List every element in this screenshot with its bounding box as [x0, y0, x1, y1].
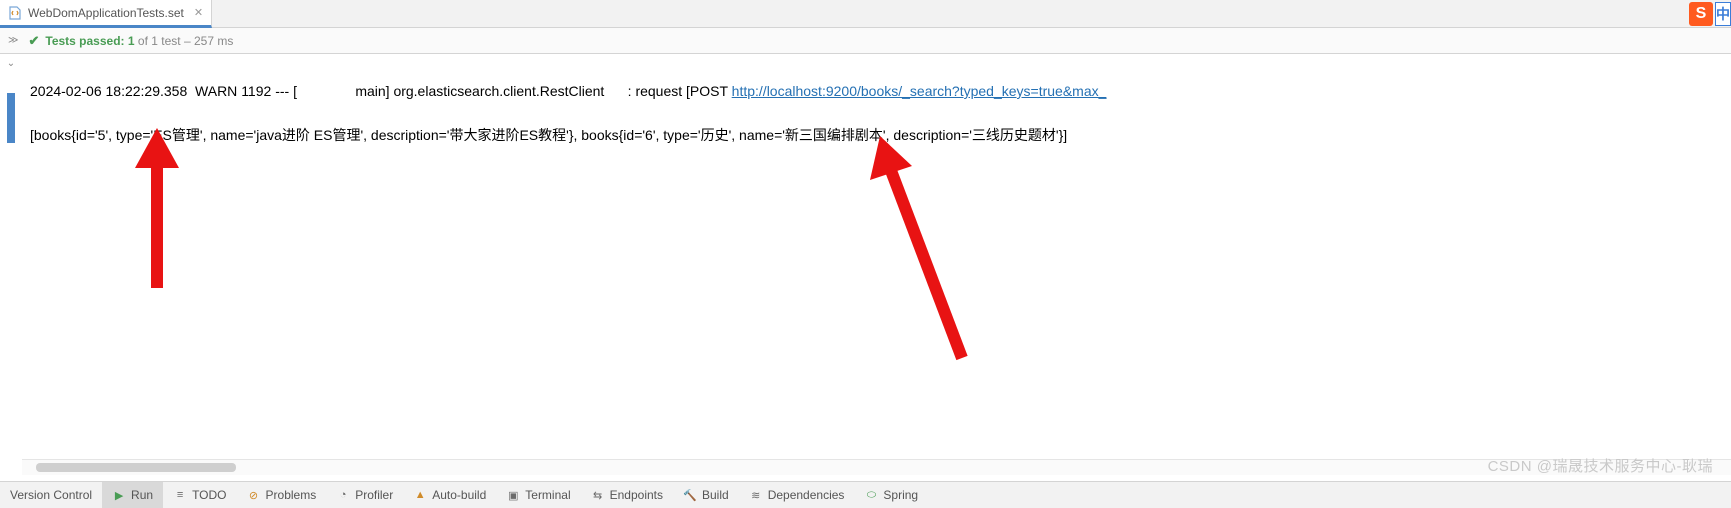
tab-build[interactable]: 🔨 Build [673, 482, 739, 508]
close-icon[interactable]: ✕ [194, 6, 203, 19]
cn-icon[interactable]: 中 [1715, 2, 1731, 26]
profiler-icon: ◔ [336, 488, 350, 502]
endpoints-icon: ⇆ [591, 488, 605, 502]
tab-profiler[interactable]: ◔ Profiler [326, 482, 403, 508]
console-gutter: ⌄ [0, 54, 22, 459]
editor-tab[interactable]: WebDomApplicationTests.set ✕ [0, 0, 212, 28]
status-passed-label: Tests passed: 1 of 1 test – 257 ms [45, 34, 233, 48]
annotation-arrow-1 [117, 84, 197, 342]
tab-filename: WebDomApplicationTests.set [28, 6, 184, 20]
tab-problems[interactable]: ⊘ Problems [237, 482, 327, 508]
play-icon: ▶ [112, 488, 126, 502]
log-line-1: 2024-02-06 18:22:29.358 WARN 1192 --- [ … [30, 80, 1723, 102]
log-line-2: [books{id='5', type='ES管理', name='java进阶… [30, 124, 1723, 146]
hammer-icon: 🔨 [683, 488, 697, 502]
terminal-icon: ▣ [506, 488, 520, 502]
test-status-bar: ≫ ✔ Tests passed: 1 of 1 test – 257 ms [0, 28, 1731, 54]
check-icon: ✔ [28, 33, 39, 49]
tab-auto-build[interactable]: ▲ Auto-build [403, 482, 496, 508]
tab-dependencies[interactable]: ≋ Dependencies [739, 482, 855, 508]
tab-run[interactable]: ▶ Run [102, 482, 163, 508]
ime-indicator: S 中 [1689, 0, 1731, 28]
tab-endpoints[interactable]: ⇆ Endpoints [581, 482, 673, 508]
tab-todo[interactable]: ≡ TODO [163, 482, 236, 508]
chevron-down-icon[interactable]: ⌄ [7, 58, 15, 69]
sogou-icon[interactable]: S [1689, 2, 1713, 26]
spring-icon: ⬭ [864, 488, 878, 502]
scrollbar-thumb[interactable] [36, 463, 236, 472]
bottom-toolbar: Version Control ▶ Run ≡ TODO ⊘ Problems … [0, 481, 1731, 508]
warning-icon: ⊘ [247, 488, 261, 502]
tab-spring[interactable]: ⬭ Spring [854, 482, 928, 508]
selection-marker [7, 93, 15, 143]
request-url-link[interactable]: http://localhost:9200/books/_search?type… [732, 83, 1107, 99]
tab-terminal[interactable]: ▣ Terminal [496, 482, 580, 508]
list-icon: ≡ [173, 488, 187, 502]
console-output[interactable]: 2024-02-06 18:22:29.358 WARN 1192 --- [ … [22, 54, 1731, 459]
layers-icon: ≋ [749, 488, 763, 502]
file-icon [8, 6, 22, 20]
horizontal-scrollbar[interactable] [22, 459, 1731, 475]
watermark: CSDN @瑞晟技术服务中心-耿瑞 [1488, 455, 1713, 476]
chevron-right-icon[interactable]: ≫ [4, 35, 22, 46]
editor-tab-bar: WebDomApplicationTests.set ✕ S 中 [0, 0, 1731, 28]
tab-version-control[interactable]: Version Control [0, 482, 102, 508]
auto-build-icon: ▲ [413, 488, 427, 502]
console-area: ⌄ 2024-02-06 18:22:29.358 WARN 1192 --- … [0, 54, 1731, 459]
